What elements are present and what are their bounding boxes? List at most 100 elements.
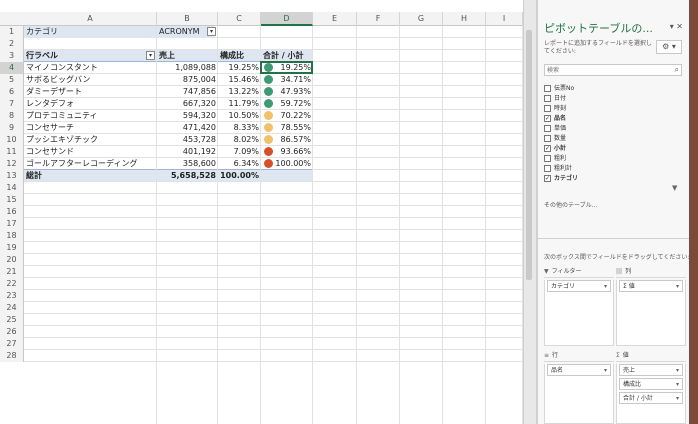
- row-header[interactable]: 24: [0, 302, 24, 314]
- field-checkbox[interactable]: [544, 85, 551, 92]
- row-header[interactable]: 20: [0, 254, 24, 266]
- pane-close-icon[interactable]: ▾ ✕: [670, 22, 683, 31]
- filter-area-box[interactable]: カテゴリ ▾: [544, 280, 614, 346]
- ratio-cell[interactable]: 8.02%: [218, 134, 261, 146]
- sales-cell[interactable]: 667,320: [157, 98, 218, 110]
- item-name-cell[interactable]: レンタデフォ: [24, 98, 157, 110]
- row-header[interactable]: 19: [0, 242, 24, 254]
- grand-total-sales[interactable]: 5,658,528: [157, 170, 218, 182]
- values-area-field[interactable]: 売上 ▾: [619, 364, 683, 376]
- row-header[interactable]: 17: [0, 218, 24, 230]
- field-item[interactable]: 単価: [544, 124, 566, 134]
- more-tables-link[interactable]: その他のテーブル...: [544, 200, 597, 209]
- row-header[interactable]: 2: [0, 38, 24, 50]
- row-header[interactable]: 8: [0, 110, 24, 122]
- sales-cell[interactable]: 471,420: [157, 122, 218, 134]
- rows-area-field[interactable]: 品名 ▾: [547, 364, 611, 376]
- field-item[interactable]: 時刻: [544, 104, 566, 114]
- field-search-input[interactable]: [545, 65, 663, 76]
- ratio-cell[interactable]: 11.79%: [218, 98, 261, 110]
- column-header-d[interactable]: D: [261, 12, 313, 26]
- item-name-cell[interactable]: プロテコミュニティ: [24, 110, 157, 122]
- row-header[interactable]: 23: [0, 290, 24, 302]
- vertical-scrollbar[interactable]: [526, 30, 532, 280]
- values-area-field[interactable]: 構成比 ▾: [619, 378, 683, 390]
- cumulative-header[interactable]: 合計 / 小計: [261, 50, 313, 62]
- ratio-cell[interactable]: 13.22%: [218, 86, 261, 98]
- field-item[interactable]: 粗利計: [544, 164, 572, 174]
- sales-cell[interactable]: 401,192: [157, 146, 218, 158]
- column-header-e[interactable]: E: [313, 12, 357, 26]
- row-header[interactable]: 12: [0, 158, 24, 170]
- columns-area-box[interactable]: Σ 値 ▾: [616, 280, 686, 346]
- row-header[interactable]: 14: [0, 182, 24, 194]
- columns-area-field[interactable]: Σ 値 ▾: [619, 280, 683, 292]
- row-header[interactable]: 13: [0, 170, 24, 182]
- column-header-a[interactable]: A: [24, 12, 157, 26]
- column-header-c[interactable]: C: [218, 12, 261, 26]
- item-name-cell[interactable]: サボるビッグバン: [24, 74, 157, 86]
- field-item[interactable]: ✓ 小計: [544, 144, 566, 154]
- filter-label-cell[interactable]: カテゴリ: [24, 26, 157, 38]
- field-checkbox[interactable]: [544, 125, 551, 132]
- row-header[interactable]: 4: [0, 62, 24, 74]
- values-area-field[interactable]: 合計 / 小計 ▾: [619, 392, 683, 404]
- row-header[interactable]: 10: [0, 134, 24, 146]
- field-item[interactable]: 伝票No: [544, 84, 574, 94]
- row-header[interactable]: 5: [0, 74, 24, 86]
- ratio-header[interactable]: 構成比: [218, 50, 261, 62]
- row-header[interactable]: 9: [0, 122, 24, 134]
- column-header-b[interactable]: B: [157, 12, 218, 26]
- item-name-cell[interactable]: プッシエキゾチック: [24, 134, 157, 146]
- spreadsheet-grid[interactable]: ABCDEFGHI 1 カテゴリ ACRONYM ▾ 2 3 行ラベル ▾ 売上 構成比 合計 / …: [0, 0, 523, 424]
- grand-total-label[interactable]: 総計: [24, 170, 157, 182]
- ratio-cell[interactable]: 15.46%: [218, 74, 261, 86]
- chevron-down-icon[interactable]: ▾: [676, 365, 679, 375]
- chevron-down-icon[interactable]: ▾: [604, 365, 607, 375]
- column-header-g[interactable]: G: [400, 12, 443, 26]
- search-icon[interactable]: ⌕: [675, 65, 679, 75]
- sales-cell[interactable]: 1,089,088: [157, 62, 218, 74]
- field-item[interactable]: 日付: [544, 94, 566, 104]
- field-item[interactable]: ✓ カテゴリ: [544, 174, 578, 184]
- chevron-down-icon[interactable]: ▾: [676, 281, 679, 291]
- field-checkbox[interactable]: ✓: [544, 145, 551, 152]
- item-name-cell[interactable]: マイノコンスタント: [24, 62, 157, 74]
- row-label-filter-icon[interactable]: ▾: [146, 51, 155, 60]
- filter-area-field[interactable]: カテゴリ ▾: [547, 280, 611, 292]
- values-area-box[interactable]: 売上 ▾ 構成比 ▾ 合計 / 小計 ▾: [616, 364, 686, 424]
- field-checkbox[interactable]: [544, 155, 551, 162]
- row-header[interactable]: 27: [0, 338, 24, 350]
- ratio-cell[interactable]: 8.33%: [218, 122, 261, 134]
- field-checkbox[interactable]: [544, 105, 551, 112]
- row-header[interactable]: 25: [0, 314, 24, 326]
- row-header[interactable]: 7: [0, 98, 24, 110]
- row-label-header[interactable]: 行ラベル: [24, 50, 157, 62]
- sales-cell[interactable]: 875,004: [157, 74, 218, 86]
- gear-icon[interactable]: ⚙ ▾: [656, 40, 682, 54]
- sales-cell[interactable]: 747,856: [157, 86, 218, 98]
- row-header[interactable]: 1: [0, 26, 24, 38]
- row-header[interactable]: 3: [0, 50, 24, 62]
- sales-cell[interactable]: 594,320: [157, 110, 218, 122]
- sales-header[interactable]: 売上: [157, 50, 218, 62]
- item-name-cell[interactable]: コンセサーチ: [24, 122, 157, 134]
- ratio-cell[interactable]: 19.25%: [218, 62, 261, 74]
- chevron-down-icon[interactable]: ▾: [604, 281, 607, 291]
- field-checkbox[interactable]: [544, 135, 551, 142]
- row-header[interactable]: 6: [0, 86, 24, 98]
- row-header[interactable]: 18: [0, 230, 24, 242]
- sales-cell[interactable]: 453,728: [157, 134, 218, 146]
- rows-area-box[interactable]: 品名 ▾: [544, 364, 614, 424]
- chevron-down-icon[interactable]: ▾: [676, 393, 679, 403]
- field-checkbox[interactable]: ✓: [544, 115, 551, 122]
- row-header[interactable]: 16: [0, 206, 24, 218]
- filter-dropdown-icon[interactable]: ▾: [207, 27, 216, 36]
- field-item[interactable]: 数量: [544, 134, 566, 144]
- row-header[interactable]: 26: [0, 326, 24, 338]
- row-header[interactable]: 22: [0, 278, 24, 290]
- field-item[interactable]: ✓ 品名: [544, 114, 566, 124]
- grand-total-ratio[interactable]: 100.00%: [218, 170, 261, 182]
- item-name-cell[interactable]: ダミーデザート: [24, 86, 157, 98]
- column-header-h[interactable]: H: [443, 12, 486, 26]
